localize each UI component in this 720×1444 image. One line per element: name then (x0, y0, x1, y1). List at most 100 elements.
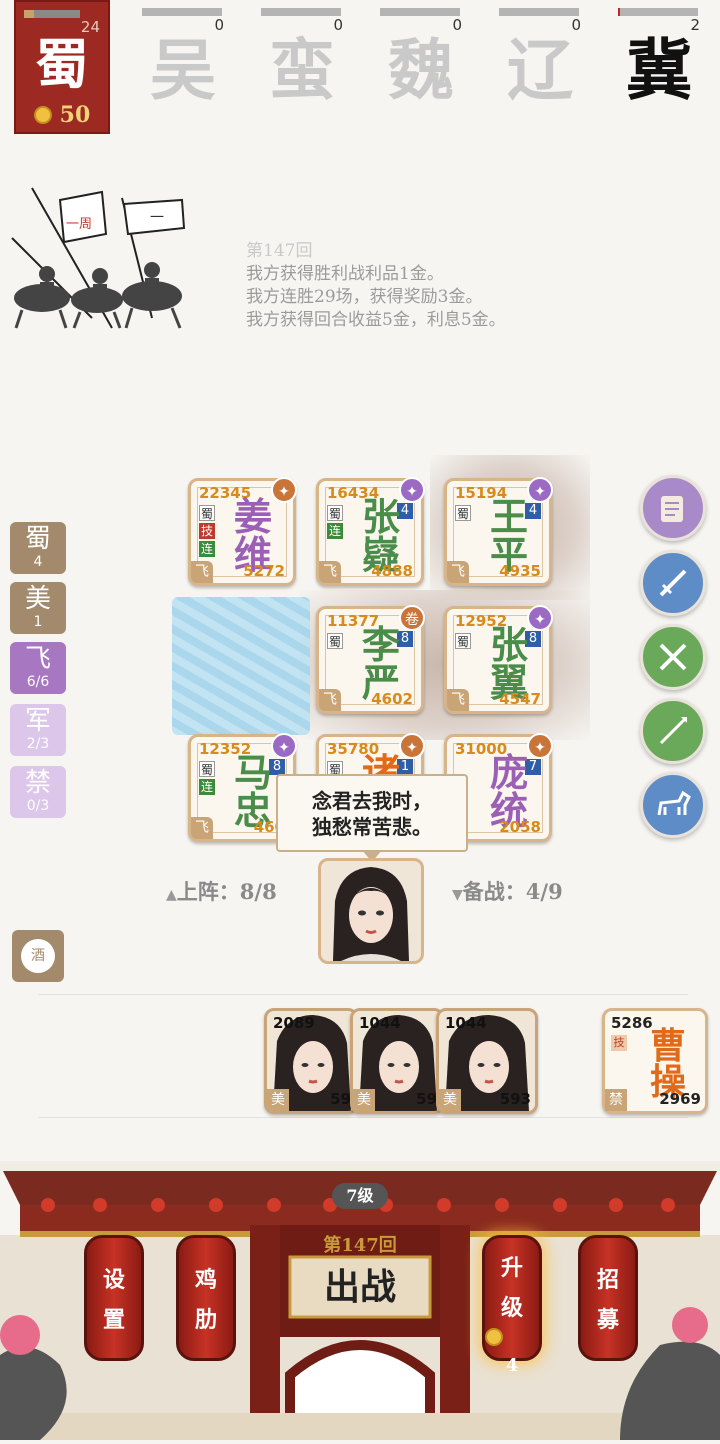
class-tag: 飞 (191, 561, 213, 583)
faction-name: 吴 (150, 31, 216, 109)
speech-bubble: 念君去我时， 独愁常苦悲。 (276, 774, 468, 862)
horse-icon[interactable] (640, 772, 706, 838)
class-tag: 美 (353, 1089, 375, 1111)
hero-hp: 2058 (499, 818, 541, 836)
battle-illustration: 一周 一 (2, 178, 214, 334)
log-line: 我方获得胜利战利品1金。 (246, 264, 444, 284)
faction-wu[interactable]: 0 吴 (142, 0, 224, 120)
hero-name-1: 张 (361, 494, 400, 539)
svg-text:一周: 一周 (66, 217, 92, 232)
wine-button[interactable]: 酒 (12, 930, 64, 982)
faction-progress-bar (24, 10, 80, 18)
faction-name: 魏 (388, 31, 454, 109)
chicken-rib-button[interactable]: 鸡肋 (176, 1235, 236, 1361)
hero-hp: 4888 (371, 562, 413, 580)
bench-hp: 59 (416, 1090, 437, 1108)
log-line: 我方连胜29场，获得奖励3金。 (246, 287, 483, 307)
faction-tag: 蜀 (455, 505, 471, 521)
bench-attack: 1044 (359, 1014, 401, 1032)
bench-hp: 59 (330, 1090, 351, 1108)
bench-card[interactable]: 1044 59 美 (350, 1008, 444, 1114)
bench-card[interactable]: 1044 593 美 (436, 1008, 538, 1114)
faction-tag: 蜀 (199, 761, 215, 777)
round-label: 第147回 (323, 1235, 397, 1256)
coin-icon (34, 106, 52, 124)
skill-tag: 技 (199, 523, 215, 539)
hero-name-1: 张 (489, 622, 528, 667)
wine-icon: 酒 (21, 939, 55, 973)
hero-card[interactable]: 11377 蜀 8 李 严 4602 飞 卷 (316, 605, 425, 714)
weapon-icon: ✦ (271, 733, 297, 759)
class-tag: 飞 (191, 817, 213, 839)
faction-tag: 蜀 (327, 505, 343, 521)
spear-icon[interactable] (640, 698, 706, 764)
skill-tag: 技 (611, 1035, 627, 1051)
hero-name-1: 王 (489, 494, 528, 539)
bench-card[interactable]: 2089 59 美 (264, 1008, 358, 1114)
bench-hp: 593 (499, 1090, 531, 1108)
faction-name: 蛮 (269, 31, 335, 109)
tab-jun[interactable]: 军 2/3 (10, 704, 66, 756)
faction-liao[interactable]: 0 辽 (499, 0, 581, 120)
hero-name-1: 曹 (649, 1025, 686, 1067)
hero-name-1: 姜 (233, 494, 272, 539)
recruit-button[interactable]: 招募 (578, 1235, 638, 1361)
gold-display: 50 (34, 102, 90, 128)
hero-hp: 4935 (499, 562, 541, 580)
hero-card[interactable]: 15194 蜀 4 王 平 4935 飞 ✦ (444, 477, 553, 586)
class-tag: 飞 (319, 561, 341, 583)
hero-hp: 4547 (499, 690, 541, 708)
bench-attack: 1044 (445, 1014, 487, 1032)
faction-tag: 蜀 (199, 505, 215, 521)
deployed-count: ▲上阵：8/8 (166, 879, 277, 904)
bench-attack: 2089 (273, 1014, 315, 1032)
class-tag: 禁 (605, 1089, 627, 1111)
faction-progress-bar (380, 8, 460, 16)
weapon-icon: ✦ (527, 605, 553, 631)
faction-progress-bar (261, 8, 341, 16)
faction-progress-bar (618, 8, 698, 16)
faction-progress-bar (499, 8, 579, 16)
weapon-icon: ✦ (527, 733, 553, 759)
combo-tag: 连 (199, 541, 215, 557)
advisor-portrait[interactable] (318, 858, 424, 964)
hero-hp: 5272 (243, 562, 285, 580)
hero-card[interactable]: 22345 蜀 技 连 姜 维 5272 飞 ✦ (188, 477, 297, 586)
tab-fei[interactable]: 飞 6/6 (10, 642, 66, 694)
weapon-icon: ✦ (271, 477, 297, 503)
faction-name: 冀 (626, 31, 692, 109)
upgrade-cost: 4 (485, 1328, 539, 1386)
faction-wei[interactable]: 0 魏 (380, 0, 462, 120)
log-round: 第147回 (246, 241, 313, 261)
upgrade-button[interactable]: 升级 4 (482, 1235, 542, 1376)
tab-jin[interactable]: 禁 0/3 (10, 766, 66, 818)
log-line: 我方获得回合收益5金，利息5金。 (246, 310, 506, 330)
combo-tag: 连 (327, 523, 343, 539)
battle-log: 第147回 我方获得胜利战利品1金。 我方连胜29场，获得奖励3金。 我方获得回… (246, 240, 506, 332)
faction-tag: 蜀 (327, 633, 343, 649)
enemy-hero-card[interactable]: 5286 技 曹 操 2969 禁 (602, 1008, 708, 1114)
faction-man[interactable]: 0 蛮 (261, 0, 343, 120)
hero-card[interactable]: 16434 蜀 连 4 张 嶷 4888 飞 ✦ (316, 477, 425, 586)
settings-button[interactable]: 设置 (84, 1235, 144, 1361)
class-tag: 飞 (319, 689, 341, 711)
class-tag: 飞 (447, 689, 469, 711)
faction-shu-card[interactable]: 24 蜀 50 (14, 0, 110, 134)
weapon-icon: ✦ (527, 477, 553, 503)
tab-mei[interactable]: 美1 (10, 582, 66, 634)
faction-ji[interactable]: 2 冀 (618, 0, 700, 120)
faction-progress-bar (142, 8, 222, 16)
combo-tag: 连 (199, 779, 215, 795)
reserve-count: ▼备战：4/9 (452, 879, 563, 904)
crossed-swords-icon[interactable] (640, 624, 706, 690)
svg-text:一: 一 (150, 210, 164, 226)
sword-icon[interactable] (640, 550, 706, 616)
scroll-icon[interactable] (640, 475, 706, 541)
battle-button[interactable]: 出战 (290, 1257, 430, 1317)
weapon-icon: ✦ (399, 733, 425, 759)
faction-name: 辽 (507, 31, 573, 109)
hero-card[interactable]: 12952 蜀 8 张 翼 4547 飞 ✦ (444, 605, 553, 714)
hero-name-1: 庞 (489, 750, 528, 795)
scroll-icon: 卷 (399, 605, 425, 631)
tab-shu[interactable]: 蜀4 (10, 522, 66, 574)
